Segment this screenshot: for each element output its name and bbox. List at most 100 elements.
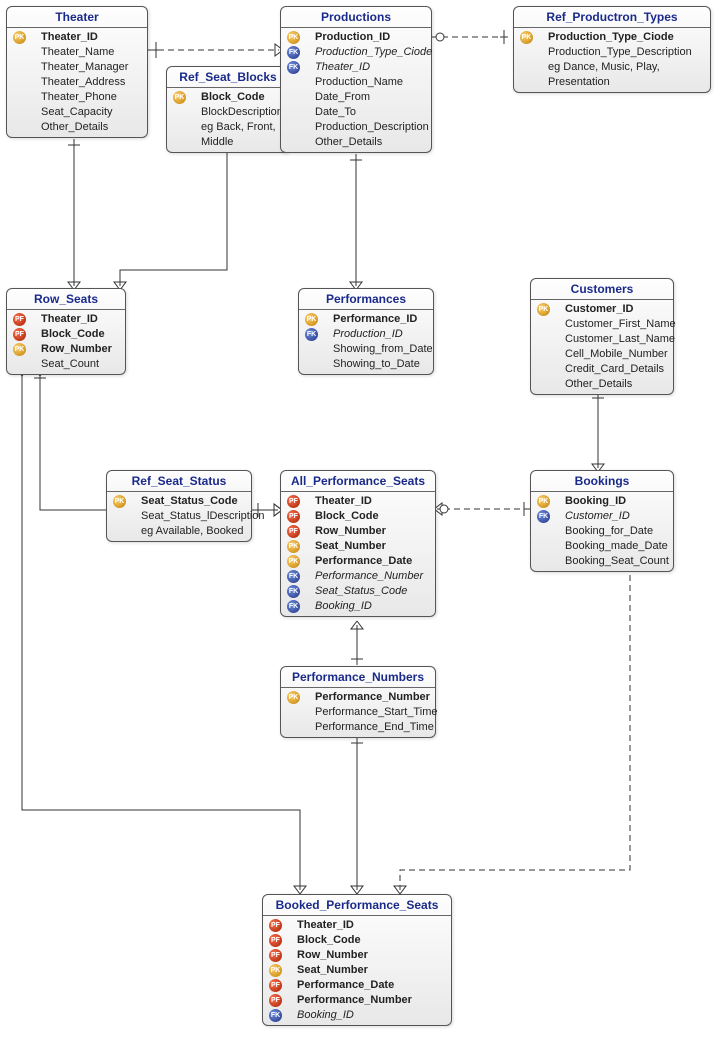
key-indicators: PK [520, 31, 548, 44]
attribute-name: Theater_ID [315, 494, 372, 509]
entity-customers: Customers PKCustomer_IDCustomer_First_Na… [530, 278, 674, 395]
pk-icon: PK [173, 91, 186, 104]
entity-body-productions: PKProduction_IDFKProduction_Type_CiodeFK… [281, 28, 431, 152]
attribute-row: Date_To [281, 105, 431, 120]
attribute-name: Seat_Capacity [41, 105, 113, 120]
key-indicators: PK [113, 495, 141, 508]
attribute-row: Seat_Status_lDescription [107, 509, 251, 524]
attribute-name: Theater_Name [41, 45, 114, 60]
attribute-row: FKProduction_ID [299, 327, 433, 342]
attribute-row: Production_Type_Description [514, 45, 710, 60]
attribute-row: PFTheater_ID [263, 918, 451, 933]
key-indicators: FK [305, 328, 333, 341]
attribute-row: Production_Description [281, 120, 431, 135]
attribute-name: BlockDescription [201, 105, 283, 120]
pf-icon: PF [269, 934, 282, 947]
attribute-name: Block_Code [201, 90, 265, 105]
fk-icon: FK [287, 585, 300, 598]
pk-icon: PK [113, 495, 126, 508]
attribute-row: PF Theater_ID [7, 312, 125, 327]
fk-icon: FK [537, 510, 550, 523]
attribute-row: Booking_Seat_Count [531, 554, 673, 569]
attribute-name: Theater_Address [41, 75, 125, 90]
attribute-name: Production_ID [315, 30, 390, 45]
entity-body-booked-performance-seats: PFTheater_IDPFBlock_CodePFRow_NumberPK S… [263, 916, 451, 1025]
entity-all-performance-seats: All_Performance_Seats PF Theater_ID PF Bloc… [280, 470, 436, 617]
attribute-name: Booking_ID [297, 1008, 354, 1023]
attribute-row: Theater_Manager [7, 60, 147, 75]
attribute-row: BlockDescription [167, 105, 289, 120]
key-indicators: FK [537, 510, 565, 523]
entity-title: All_Performance_Seats [281, 471, 435, 492]
attribute-name: Row_Number [315, 524, 386, 539]
attribute-row: PKBooking_ID [531, 494, 673, 509]
entity-body-performances: PKPerformance_IDFKProduction_IDShowing_f… [299, 310, 433, 374]
entity-productions: Productions PKProduction_IDFKProduction_… [280, 6, 432, 153]
attribute-name: Performance_Date [297, 978, 394, 993]
pk-icon: PK [287, 691, 300, 704]
attribute-row: PK Seat_Number [263, 963, 451, 978]
pf-icon: PF [269, 949, 282, 962]
attribute-row: Date_From [281, 90, 431, 105]
entity-title: Ref_Seat_Status [107, 471, 251, 492]
key-indicators: PF [287, 510, 315, 523]
entity-body-ref-production-types: PKProduction_Type_CiodeProduction_Type_D… [514, 28, 710, 92]
attribute-name: Performance_Start_Time [315, 705, 437, 720]
attribute-row: Showing_from_Date [299, 342, 433, 357]
attribute-row: PK Block_Code [167, 90, 289, 105]
attribute-name: Theater_ID [315, 60, 370, 75]
pf-icon: PF [287, 510, 300, 523]
attribute-row: FK Customer_ID [531, 509, 673, 524]
key-indicators: FK [287, 585, 315, 598]
attribute-name: Theater_ID [41, 30, 98, 45]
attribute-name: Customer_ID [565, 509, 630, 524]
key-indicators: FK [287, 570, 315, 583]
attribute-name: Block_Code [41, 327, 105, 342]
fk-icon: FK [287, 570, 300, 583]
entity-body-performance-numbers: PKPerformance_NumberPerformance_Start_Ti… [281, 688, 435, 737]
key-indicators: PK [13, 343, 41, 356]
key-indicators: PK [537, 303, 565, 316]
entity-body-ref-seat-status: PKSeat_Status_CodeSeat_Status_lDescripti… [107, 492, 251, 541]
pk-icon: PK [287, 555, 300, 568]
attribute-name: Booking_ID [565, 494, 626, 509]
entity-body-theater: PKTheater_IDTheater_NameTheater_ManagerT… [7, 28, 147, 137]
attribute-row: eg Available, Booked [107, 524, 251, 539]
key-indicators: PF [269, 979, 297, 992]
attribute-name: Production_Name [315, 75, 403, 90]
attribute-name: Showing_from_Date [333, 342, 433, 357]
attribute-name: Seat_Count [41, 357, 99, 372]
entity-body-bookings: PKBooking_IDFK Customer_IDBooking_for_Dat… [531, 492, 673, 571]
attribute-name: Performance_End_Time [315, 720, 434, 735]
attribute-name: Credit_Card_Details [565, 362, 664, 377]
entity-ref-seat-blocks: Ref_Seat_Blocks PKBlock_CodeBlockDescrip… [166, 66, 290, 153]
attribute-name: Production_Type_Ciode [548, 30, 674, 45]
pf-icon: PF [13, 313, 26, 326]
attribute-name: Theater_Phone [41, 90, 117, 105]
attribute-row: Theater_Address [7, 75, 147, 90]
attribute-name: Booking_ID [315, 599, 372, 614]
attribute-name: Production_Type_Description [548, 45, 692, 60]
attribute-name: Theater_ID [41, 312, 98, 327]
attribute-name: Customer_First_Name [565, 317, 676, 332]
entity-title: Customers [531, 279, 673, 300]
attribute-name: Block_Code [315, 509, 379, 524]
attribute-row: Other_Details [531, 377, 673, 392]
attribute-name: Row_Number [41, 342, 112, 357]
attribute-row: Customer_First_Name [531, 317, 673, 332]
attribute-name: Seat_Number [297, 963, 368, 978]
key-indicators: PF [269, 919, 297, 932]
attribute-row: PKRow_Number [7, 342, 125, 357]
entity-title: Ref_Productron_Types [514, 7, 710, 28]
entity-performance-numbers: Performance_Numbers PKPerformance_Number… [280, 666, 436, 738]
attribute-row: FKBooking_ID [281, 599, 435, 614]
pf-icon: PF [287, 495, 300, 508]
attribute-row: Booking_for_Date [531, 524, 673, 539]
entity-body-row-seats: PF Theater_IDPF Block_CodePKRow_NumberSeat… [7, 310, 125, 374]
attribute-name: Block_Code [297, 933, 361, 948]
fk-icon: FK [269, 1009, 282, 1022]
pf-icon: PF [269, 979, 282, 992]
attribute-row: FKPerformance_Number [281, 569, 435, 584]
entity-body-all-performance-seats: PFTheater_IDPFBlock_CodePFRow_NumberPKSe… [281, 492, 435, 616]
entity-ref-seat-status: Ref_Seat_Status PKSeat_Status_CodeSeat_S… [106, 470, 252, 542]
